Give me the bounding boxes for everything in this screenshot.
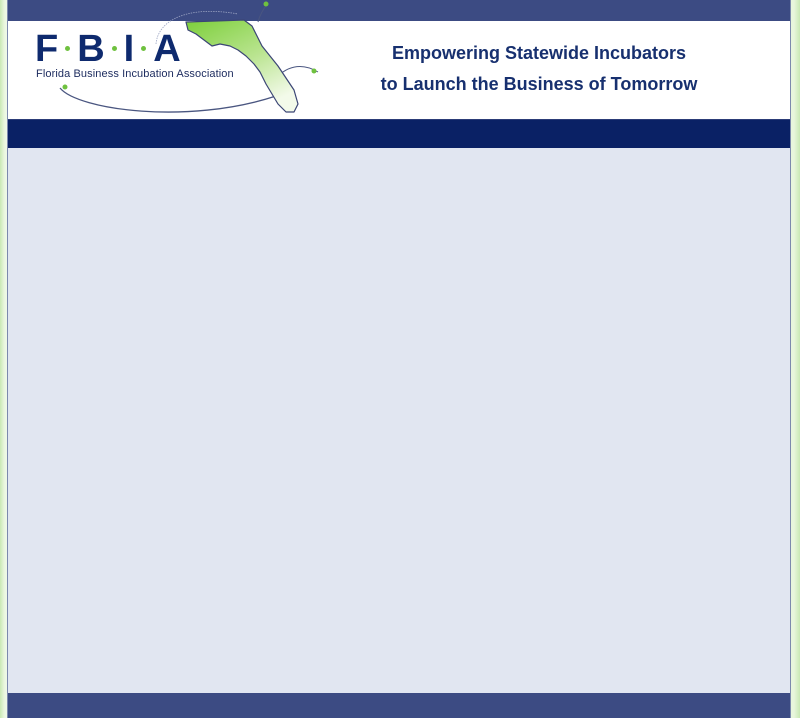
logo-dot [65, 46, 71, 52]
header-tagline: Empowering Statewide Incubators to Launc… [354, 38, 724, 100]
logo-subtitle: Florida Business Incubation Association [36, 68, 234, 80]
navigation-bar [8, 119, 790, 148]
logo-wordmark[interactable]: FBIA [35, 30, 181, 68]
logo-letter-a: A [153, 28, 181, 70]
page-container: FBIA Florida Business Incubation Associa… [7, 0, 791, 718]
logo-dot [111, 46, 117, 52]
logo-letter-b: B [77, 28, 105, 70]
logo-letter-i: I [123, 28, 135, 70]
footer-bar [8, 693, 790, 718]
logo-dot [141, 46, 147, 52]
tagline-line-2: to Launch the Business of Tomorrow [380, 74, 698, 94]
logo-letter-f: F [35, 28, 59, 70]
main-content [8, 148, 790, 693]
tagline-line-1: Empowering Statewide Incubators [391, 43, 687, 63]
